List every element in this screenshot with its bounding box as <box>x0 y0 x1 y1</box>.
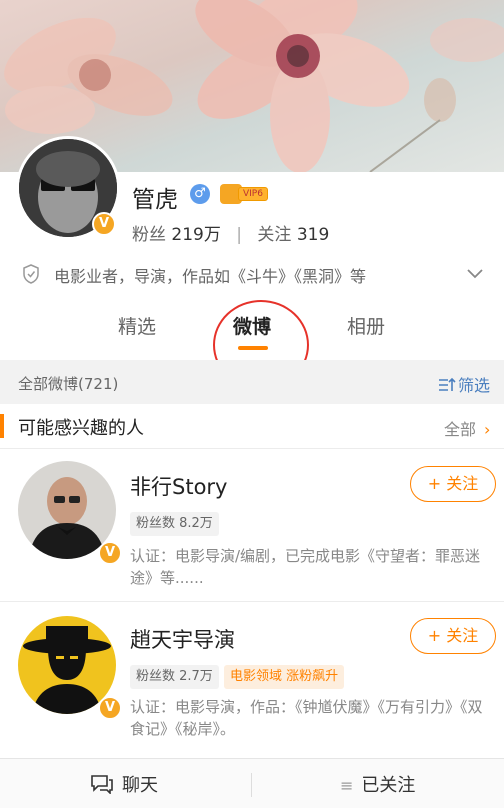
certification-text: 认证：电影导演，作品：《钟馗伏魔》《万有引力》《双食记》《秘岸》。 <box>130 698 483 738</box>
shield-icon <box>23 264 39 284</box>
vip-level: VIP6 <box>238 187 268 201</box>
profile-name: 管虎 <box>132 187 178 213</box>
follow-button[interactable]: + 关注 <box>410 466 496 502</box>
followed-label: 已关注 <box>361 775 416 796</box>
bottom-action-bar: 聊天 ≡ 已关注 <box>0 758 504 808</box>
user-name[interactable]: 趙天宇导演 <box>130 624 235 654</box>
chat-button[interactable]: 聊天 <box>90 771 158 797</box>
bio-row[interactable]: 电影业者，导演，作品如《斗牛》《黑洞》等 <box>0 256 504 292</box>
filter-button[interactable]: 筛选 <box>438 372 490 396</box>
fans-count-badge: 粉丝数 8.2万 <box>130 512 219 536</box>
male-icon: ♂ <box>190 184 210 204</box>
profile-stats: 粉丝 219万 | 关注 319 <box>132 220 329 245</box>
bio-text: 电影业者，导演，作品如《斗牛》《黑洞》等 <box>54 267 367 286</box>
chevron-right-icon: › <box>484 420 491 439</box>
feed-filter-bar: 全部微博(721) 筛选 <box>0 360 504 404</box>
verified-v-icon: V <box>98 696 122 720</box>
following-count[interactable]: 319 <box>297 225 329 245</box>
chat-label: 聊天 <box>122 775 158 796</box>
all-weibo-count[interactable]: 全部微博(721) <box>18 373 118 394</box>
profile-header: V 管虎 ♂ VIP6 粉丝 219万 | 关注 319 <box>0 136 504 248</box>
suggested-users-header: 可能感兴趣的人 全部 › <box>0 404 504 448</box>
filter-icon <box>439 377 456 391</box>
filter-label: 筛选 <box>458 376 491 395</box>
suggested-user-card[interactable]: V 趙天宇导演 + 关注 粉丝数 2.7万 电影领域 涨粉飙升 认证：电影导演，… <box>0 602 504 758</box>
verified-v-icon: V <box>98 541 122 565</box>
stats-separator: | <box>236 225 242 245</box>
tab-album[interactable]: 相册 <box>347 312 385 339</box>
user-name[interactable]: 非行Story <box>130 471 227 501</box>
verified-v-icon: V <box>92 212 116 236</box>
vip-badge[interactable]: VIP6 <box>220 184 270 204</box>
section-accent-bar <box>0 414 4 438</box>
follow-button[interactable]: + 关注 <box>410 618 496 654</box>
following-label[interactable]: 关注 <box>257 225 291 245</box>
fans-label[interactable]: 粉丝 <box>132 225 166 245</box>
see-all-link[interactable]: 全部 › <box>444 416 490 440</box>
see-all-label: 全部 <box>444 420 477 439</box>
tab-featured[interactable]: 精选 <box>118 312 156 339</box>
bottom-divider <box>251 773 252 797</box>
fans-count[interactable]: 219万 <box>171 225 220 245</box>
trending-tag: 电影领域 涨粉飙升 <box>224 665 345 689</box>
chat-icon <box>91 775 113 794</box>
suggested-user-card[interactable]: V 非行Story + 关注 粉丝数 8.2万 认证：电影导演/编剧，已完成电影… <box>0 449 504 601</box>
certification-text: 认证：电影导演/编剧，已完成电影《守望者：罪恶迷途》等...... <box>130 547 481 587</box>
fans-count-badge: 粉丝数 2.7万 <box>130 665 219 689</box>
suggested-users-title: 可能感兴趣的人 <box>18 418 144 439</box>
menu-lines-icon: ≡ <box>340 776 354 795</box>
chevron-down-icon[interactable] <box>466 264 484 282</box>
followed-button[interactable]: ≡ 已关注 <box>340 771 415 797</box>
